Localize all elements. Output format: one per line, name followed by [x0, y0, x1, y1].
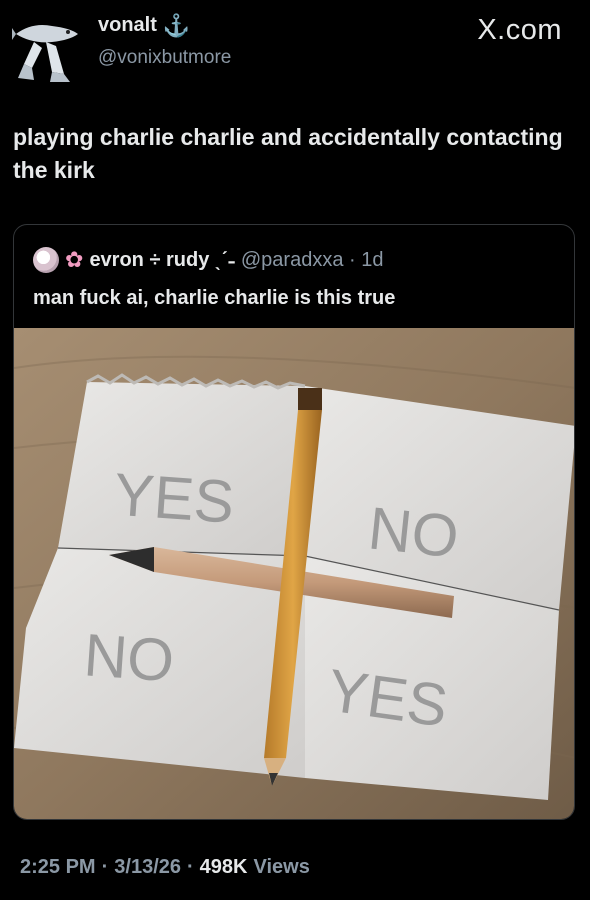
- meta-separator: ·: [187, 856, 194, 878]
- tweet-meta: 2:25 PM · 3/13/26 · 498K Views: [20, 856, 310, 879]
- author-name-row: vonalt ⚓: [98, 14, 190, 37]
- author-display-name[interactable]: vonalt: [98, 14, 157, 37]
- photo-label-no-top: NO: [365, 494, 462, 570]
- photo-label-yes-top: YES: [112, 461, 236, 536]
- views-label: Views: [253, 856, 310, 878]
- flower-icon: ✿: [65, 247, 84, 272]
- author-handle[interactable]: @vonixbutmore: [98, 47, 231, 69]
- x-brand-logo: X.com: [477, 14, 562, 46]
- quote-author-name[interactable]: evron ÷ rudy ˎˊ˗: [89, 249, 234, 272]
- tweet-time[interactable]: 2:25 PM: [20, 856, 96, 879]
- quote-text: man fuck ai, charlie charlie is this tru…: [33, 287, 396, 309]
- photo-label-no-bottom: NO: [82, 621, 176, 694]
- tweet-header: vonalt ⚓ @vonixbutmore X.com: [0, 0, 590, 100]
- author-avatar[interactable]: [12, 12, 82, 84]
- views-count[interactable]: 498K: [200, 856, 248, 879]
- quote-tweet-card[interactable]: ✿ evron ÷ rudy ˎˊ˗ @paradxxa · 1d man fu…: [13, 224, 575, 820]
- quote-photo[interactable]: YES NO NO YES: [14, 328, 574, 819]
- tweet-date[interactable]: 3/13/26: [114, 856, 181, 879]
- quote-author-handle[interactable]: @paradxxa · 1d: [241, 249, 384, 272]
- quote-header: ✿ evron ÷ rudy ˎˊ˗ @paradxxa · 1d: [33, 247, 383, 273]
- quote-author-avatar[interactable]: [33, 247, 59, 273]
- anchor-icon: ⚓: [162, 12, 191, 38]
- tweet-text: playing charlie charlie and accidentally…: [13, 124, 563, 183]
- meta-separator: ·: [101, 856, 109, 878]
